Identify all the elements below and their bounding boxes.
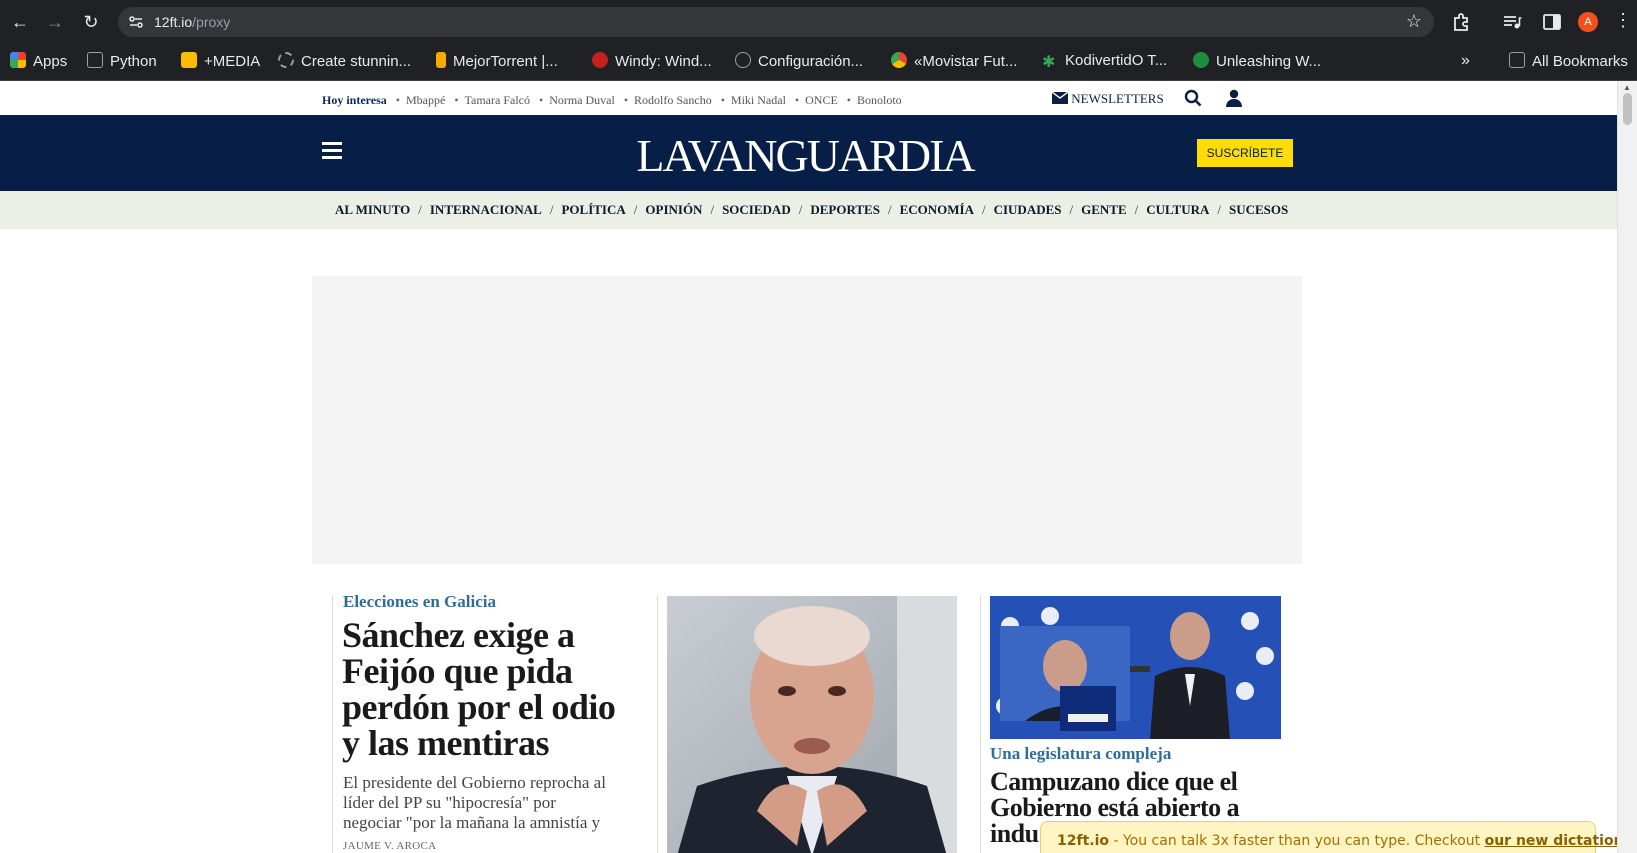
bookmark-kodivertido[interactable]: ✱ KodivertidO T... bbox=[1042, 52, 1167, 74]
nav-separator: / bbox=[798, 202, 803, 217]
page-viewport: Hoy interesa • Mbappé • Tamara Falcó • Norm… bbox=[0, 81, 1617, 853]
section-nav-list: AL MINUTO / INTERNACIONAL / POLÍTICA / OPINIÓN… bbox=[335, 202, 1288, 218]
bookmark-windy[interactable]: Windy: Wind... bbox=[592, 52, 712, 74]
search-icon[interactable] bbox=[1184, 89, 1202, 107]
chrome-icon bbox=[891, 52, 907, 68]
section-link[interactable]: CULTURA bbox=[1146, 202, 1209, 218]
bookmark-python-folder[interactable]: Python bbox=[87, 52, 157, 74]
nav-separator: / bbox=[418, 202, 422, 217]
nav-separator: / bbox=[710, 202, 715, 217]
12ft-notice-banner: 12ft.io - You can talk 3x faster than yo… bbox=[1040, 821, 1617, 853]
subscribe-button[interactable]: SUSCRÍBETE bbox=[1197, 139, 1293, 167]
trending-list: Hoy interesa • Mbappé • Tamara Falcó • Norm… bbox=[322, 93, 902, 107]
browser-toolbar: ← → ↻ 12ft.io/proxy ☆ A ⋮ bbox=[0, 0, 1637, 44]
address-bar[interactable]: 12ft.io/proxy ☆ bbox=[118, 7, 1434, 37]
article-byline[interactable]: JAUME V. AROCA bbox=[343, 840, 436, 852]
site-settings-icon[interactable] bbox=[128, 14, 144, 30]
nav-separator: / bbox=[981, 202, 986, 217]
folder-icon bbox=[1509, 52, 1525, 68]
torrent-icon bbox=[436, 52, 446, 68]
section-link[interactable]: OPINIÓN bbox=[645, 202, 702, 218]
page-scrollbar[interactable]: ▲ bbox=[1617, 81, 1637, 853]
apps-grid-icon bbox=[10, 52, 26, 68]
column-divider bbox=[332, 595, 333, 853]
article-photo-speaker[interactable] bbox=[990, 596, 1281, 739]
section-link[interactable]: ECONOMÍA bbox=[900, 202, 974, 218]
extensions-puzzle-icon[interactable] bbox=[1450, 10, 1474, 34]
gear-globe-icon bbox=[735, 52, 751, 68]
trending-label: Hoy interesa bbox=[322, 93, 387, 107]
back-arrow-icon[interactable]: ← bbox=[7, 9, 33, 35]
bookmark-movistar[interactable]: «Movistar Fut... bbox=[891, 52, 1017, 74]
nav-separator: / bbox=[887, 202, 892, 217]
section-link[interactable]: DEPORTES bbox=[810, 202, 880, 218]
nav-separator: / bbox=[1217, 202, 1221, 217]
all-bookmarks-folder[interactable]: All Bookmarks bbox=[1509, 52, 1628, 74]
section-link[interactable]: SOCIEDAD bbox=[722, 202, 791, 218]
folder-icon bbox=[87, 52, 103, 68]
kodi-star-icon: ✱ bbox=[1042, 54, 1056, 71]
section-link[interactable]: CIUDADES bbox=[994, 202, 1062, 218]
newsletters-link[interactable]: NEWSLETTERS bbox=[1051, 91, 1164, 107]
article-headline[interactable]: Sánchez exige a Feijóo que pida perdón p… bbox=[342, 617, 616, 761]
ad-placeholder bbox=[312, 276, 1302, 564]
column-divider bbox=[980, 595, 981, 853]
section-nav: AL MINUTO / INTERNACIONAL / POLÍTICA / OPINIÓN… bbox=[0, 191, 1617, 229]
nav-separator: / bbox=[549, 202, 554, 217]
trending-link[interactable]: Rodolfo Sancho bbox=[634, 93, 712, 107]
article-kicker[interactable]: Una legislatura compleja bbox=[990, 744, 1171, 764]
windy-icon bbox=[592, 52, 608, 68]
bookmark-mejortorrent[interactable]: MejorTorrent |... bbox=[436, 52, 558, 74]
bookmark-apps[interactable]: Apps bbox=[10, 52, 67, 74]
scroll-up-icon[interactable]: ▲ bbox=[1623, 83, 1631, 92]
trending-bar: Hoy interesa • Mbappé • Tamara Falcó • Norm… bbox=[0, 81, 1617, 115]
browser-menu-icon[interactable]: ⋮ bbox=[1614, 10, 1632, 31]
spinner-icon bbox=[278, 52, 294, 68]
article-photo-portrait[interactable] bbox=[667, 596, 957, 853]
scroll-thumb[interactable] bbox=[1623, 93, 1632, 125]
section-link[interactable]: INTERNACIONAL bbox=[430, 202, 542, 218]
media-queue-icon[interactable] bbox=[1500, 10, 1524, 34]
trending-link[interactable]: Tamara Falcó bbox=[465, 93, 530, 107]
reload-icon[interactable]: ↻ bbox=[78, 9, 104, 35]
more-bookmarks-chevron-icon[interactable]: » bbox=[1461, 52, 1470, 74]
section-link[interactable]: POLÍTICA bbox=[561, 202, 625, 218]
leaf-icon bbox=[1193, 52, 1209, 68]
nav-separator: / bbox=[633, 202, 638, 217]
article-kicker[interactable]: Elecciones en Galicia bbox=[343, 592, 496, 612]
masthead: LAVANGUARDIA SUSCRÍBETE bbox=[0, 115, 1617, 191]
plus-media-icon bbox=[181, 52, 197, 68]
forward-arrow-icon[interactable]: → bbox=[42, 9, 68, 35]
site-logo[interactable]: LAVANGUARDIA bbox=[560, 129, 1050, 182]
section-link[interactable]: AL MINUTO bbox=[335, 202, 410, 218]
dictation-app-link[interactable]: our new dictation app. bbox=[1485, 833, 1617, 849]
trending-link[interactable]: Bonoloto bbox=[857, 93, 902, 107]
article-summary: El presidente del Gobierno reprocha al l… bbox=[343, 773, 606, 832]
column-divider bbox=[657, 595, 658, 853]
trending-link[interactable]: Miki Nadal bbox=[731, 93, 786, 107]
trending-link[interactable]: ONCE bbox=[805, 93, 838, 107]
side-panel-icon[interactable] bbox=[1540, 10, 1564, 34]
bookmark-create-stunning[interactable]: Create stunnin... bbox=[278, 52, 411, 74]
trending-link[interactable]: Norma Duval bbox=[549, 93, 615, 107]
trending-link[interactable]: Mbappé bbox=[406, 93, 445, 107]
bookmark-media[interactable]: +MEDIA bbox=[181, 52, 260, 74]
hamburger-menu-icon[interactable] bbox=[322, 142, 342, 160]
url-text: 12ft.io/proxy bbox=[154, 14, 231, 30]
envelope-icon bbox=[1051, 91, 1069, 104]
bookmark-unleashing[interactable]: Unleashing W... bbox=[1193, 52, 1321, 74]
profile-avatar[interactable]: A bbox=[1578, 12, 1598, 32]
bookmark-configuracion[interactable]: Configuración... bbox=[735, 52, 863, 74]
nav-separator: / bbox=[1134, 202, 1139, 217]
nav-separator: / bbox=[1069, 202, 1074, 217]
user-account-icon[interactable] bbox=[1226, 89, 1242, 107]
section-link[interactable]: SUCESOS bbox=[1229, 202, 1288, 218]
section-link[interactable]: GENTE bbox=[1081, 202, 1127, 218]
bookmarks-bar: Apps Python +MEDIA Create stunnin... Mej… bbox=[0, 44, 1637, 81]
bookmark-star-icon[interactable]: ☆ bbox=[1406, 11, 1422, 32]
